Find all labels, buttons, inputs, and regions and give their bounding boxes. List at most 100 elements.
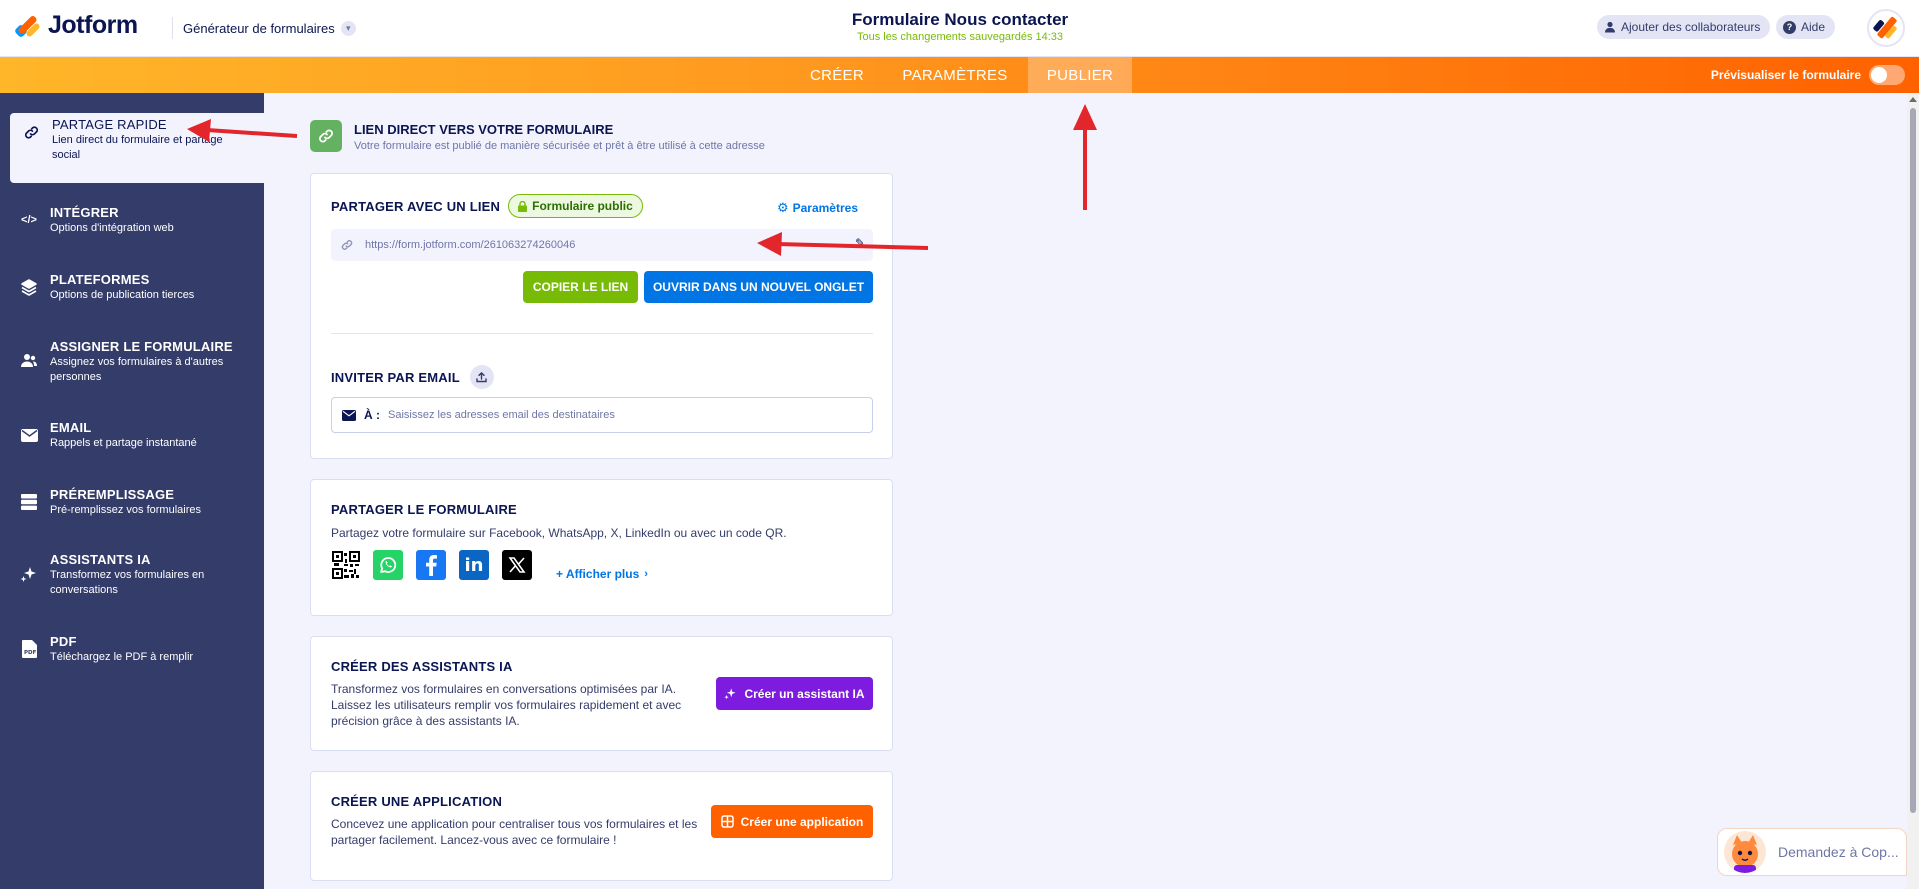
help-button[interactable]: ? Aide <box>1776 15 1836 39</box>
whatsapp-icon[interactable] <box>373 550 403 580</box>
facebook-icon[interactable] <box>416 550 446 580</box>
chevron-right-icon: › <box>644 568 648 580</box>
builder-nav: CRÉER PARAMÈTRES PUBLIER Prévisualiser l… <box>0 57 1919 93</box>
create-ai-assistant-label: Créer un assistant IA <box>744 686 865 701</box>
sparkle-icon <box>724 687 737 700</box>
builder-dropdown[interactable]: Générateur de formulaires ▾ <box>172 17 356 39</box>
linkedin-icon[interactable]: in <box>459 550 489 580</box>
sidebar-item-desc: Options d'intégration web <box>50 222 174 234</box>
prefill-icon <box>20 493 38 511</box>
user-icon <box>1604 21 1616 33</box>
scroll-up-icon[interactable] <box>1909 97 1917 102</box>
envelope-icon <box>20 426 38 444</box>
save-status: Tous les changements sauvegardés 14:33 <box>856 31 1064 43</box>
logo-text: Jotform <box>48 11 138 39</box>
public-form-badge[interactable]: Formulaire public <box>508 194 643 218</box>
direct-link-title: LIEN DIRECT VERS VOTRE FORMULAIRE <box>354 122 614 137</box>
link-settings-button[interactable]: ⚙ Paramètres <box>777 200 858 216</box>
ai-assistants-title: CRÉER DES ASSISTANTS IA <box>331 659 513 674</box>
preview-toggle[interactable] <box>1869 65 1905 85</box>
sidebar-item-title: ASSIGNER LE FORMULAIRE <box>50 339 233 354</box>
to-label: À : <box>364 408 380 422</box>
create-app-text: Concevez une application pour centralise… <box>331 817 698 847</box>
email-placeholder: Saisissez les adresses email des destina… <box>388 409 615 421</box>
sidebar-item-preremplissage[interactable]: PRÉREMPLISSAGE Pré-remplissez vos formul… <box>0 483 264 529</box>
sidebar-item-title: PDF <box>50 634 77 649</box>
create-app-label: Créer une application <box>740 814 864 829</box>
sidebar-item-title: EMAIL <box>50 420 92 435</box>
show-more-label: + Afficher plus <box>556 567 640 581</box>
users-icon <box>20 352 38 370</box>
direct-link-subtitle: Votre formulaire est publié de manière s… <box>354 140 765 152</box>
sidebar-item-title: INTÉGRER <box>50 205 119 220</box>
qr-code-icon[interactable] <box>331 550 361 580</box>
top-header: Jotform Générateur de formulaires ▾ Form… <box>0 0 1919 57</box>
form-title[interactable]: Formulaire Nous contacter <box>760 10 1160 30</box>
form-url: https://form.jotform.com/261063274260046 <box>365 239 576 251</box>
sidebar-item-title: ASSISTANTS IA <box>50 552 151 567</box>
share-form-title: PARTAGER LE FORMULAIRE <box>331 502 517 517</box>
code-icon: </> <box>21 214 37 226</box>
form-title-block: Formulaire Nous contacter Tous les chang… <box>760 10 1160 43</box>
copilot-widget[interactable]: Demandez à Cop... <box>1717 828 1907 876</box>
layers-icon <box>20 278 38 296</box>
share-form-card: PARTAGER LE FORMULAIRE Partagez votre fo… <box>310 479 893 616</box>
annotation-arrow-sidebar <box>187 119 298 142</box>
ai-assistants-card: CRÉER DES ASSISTANTS IA Transformez vos … <box>310 636 893 751</box>
sidebar-item-assigner[interactable]: ASSIGNER LE FORMULAIRE Assignez vos form… <box>0 335 264 395</box>
envelope-icon <box>342 409 356 421</box>
invite-email-title: INVITER PAR EMAIL <box>331 369 460 385</box>
sidebar-item-desc: Transformez vos formulaires en conversat… <box>50 569 205 596</box>
upload-icon[interactable] <box>469 365 494 389</box>
help-label: Aide <box>1801 20 1826 34</box>
gear-icon: ⚙ <box>776 200 789 215</box>
svg-text:PDF: PDF <box>24 650 37 656</box>
page-scrollbar[interactable] <box>1907 93 1919 889</box>
annotation-arrow-publish <box>1073 104 1097 210</box>
sidebar-item-desc: Options de publication tierces <box>50 289 195 301</box>
publish-sidebar: PARTAGE RAPIDE Lien direct du formulaire… <box>0 93 264 889</box>
sidebar-item-title: PLATEFORMES <box>50 272 150 287</box>
x-icon[interactable] <box>502 550 532 580</box>
sidebar-item-title: PRÉREMPLISSAGE <box>50 487 175 502</box>
sidebar-item-plateformes[interactable]: PLATEFORMES Options de publication tierc… <box>0 268 264 314</box>
sidebar-item-integrer[interactable]: </> INTÉGRER Options d'intégration web <box>0 201 264 247</box>
tab-publier[interactable]: PUBLIER <box>1028 57 1132 93</box>
share-link-title: PARTAGER AVEC UN LIEN <box>331 198 501 214</box>
create-ai-assistant-button[interactable]: Créer un assistant IA <box>716 677 873 710</box>
avatar[interactable] <box>1867 9 1905 47</box>
sidebar-item-pdf[interactable]: PDF PDF Téléchargez le PDF à remplir <box>0 630 264 676</box>
link-icon <box>310 120 342 152</box>
app-grid-icon <box>720 815 734 828</box>
tab-creer[interactable]: CRÉER <box>792 57 882 93</box>
create-app-title: CRÉER UNE APPLICATION <box>331 794 503 809</box>
preview-toggle-group: Prévisualiser le formulaire <box>1711 65 1905 85</box>
lock-icon <box>518 200 528 212</box>
jotform-logo[interactable]: Jotform <box>13 11 138 40</box>
add-collaborators-label: Ajouter des collaborateurs <box>1621 20 1761 34</box>
create-app-card: CRÉER UNE APPLICATION Concevez une appli… <box>310 771 893 881</box>
email-recipients-input[interactable]: À : Saisissez les adresses email des des… <box>331 397 873 433</box>
link-icon <box>341 239 353 251</box>
divider <box>331 333 873 334</box>
scrollbar-thumb[interactable] <box>1910 108 1916 813</box>
share-link-card: PARTAGER AVEC UN LIEN Formulaire public … <box>310 173 893 459</box>
sidebar-item-desc: Assignez vos formulaires à d'autres pers… <box>50 356 224 383</box>
copy-link-button[interactable]: COPIER LE LIEN <box>523 271 638 303</box>
sidebar-item-email[interactable]: EMAIL Rappels et partage instantané <box>0 416 264 462</box>
copilot-label: Demandez à Cop... <box>1778 844 1899 860</box>
tab-parametres[interactable]: PARAMÈTRES <box>896 57 1014 93</box>
chevron-down-icon: ▾ <box>340 20 356 36</box>
sidebar-item-desc: Rappels et partage instantané <box>50 437 197 449</box>
add-collaborators-button[interactable]: Ajouter des collaborateurs <box>1597 15 1771 39</box>
sidebar-item-assistants-ia[interactable]: ASSISTANTS IA Transformez vos formulaire… <box>0 548 264 608</box>
public-form-label: Formulaire public <box>532 199 633 213</box>
ai-assistants-text: Transformez vos formulaires en conversat… <box>331 682 682 728</box>
show-more-link[interactable]: + Afficher plus › <box>556 567 648 581</box>
builder-label: Générateur de formulaires <box>183 20 335 36</box>
annotation-arrow-url <box>757 232 929 256</box>
create-app-button[interactable]: Créer une application <box>711 805 873 838</box>
open-new-tab-button[interactable]: OUVRIR DANS UN NOUVEL ONGLET <box>644 271 873 303</box>
share-form-text: Partagez votre formulaire sur Facebook, … <box>331 526 787 540</box>
preview-label: Prévisualiser le formulaire <box>1710 68 1861 82</box>
